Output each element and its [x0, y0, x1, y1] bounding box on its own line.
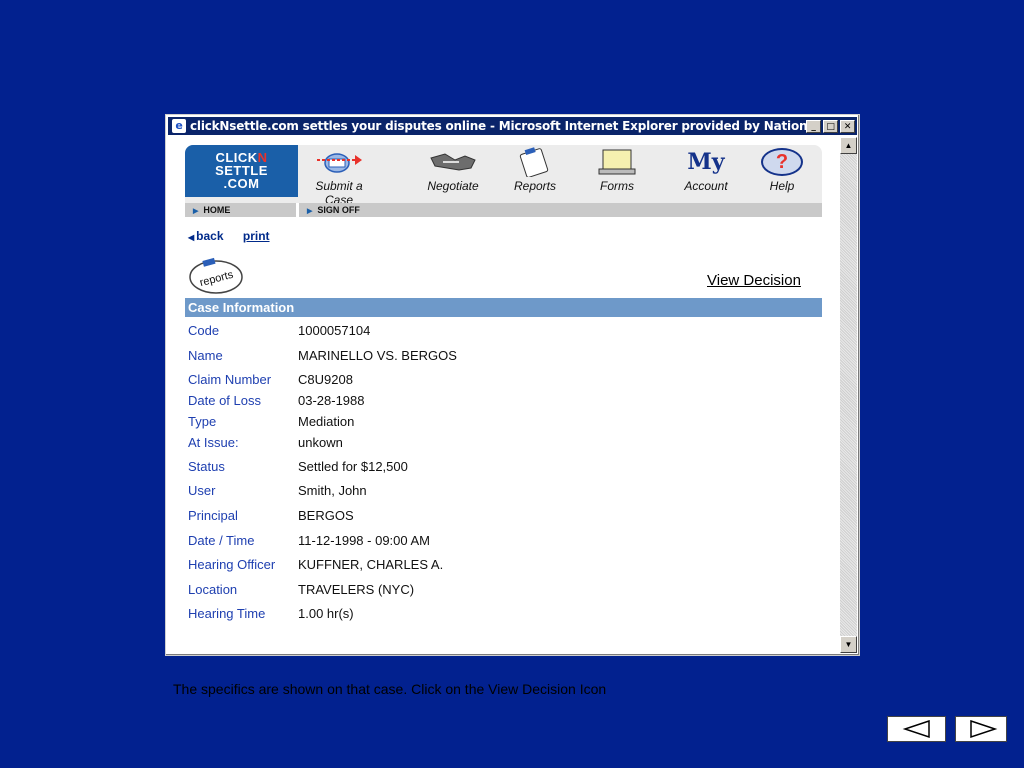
laptop-icon	[598, 149, 636, 175]
case-key: Hearing Officer	[188, 557, 276, 572]
right-arrow-icon	[970, 719, 998, 739]
handshake-icon	[430, 153, 476, 171]
clicknsettle-logo[interactable]: CLICKN SETTLE .COM	[185, 145, 298, 197]
internet-explorer-icon: e	[172, 119, 186, 133]
nav-help[interactable]: ? Help	[747, 147, 817, 193]
case-key: User	[188, 483, 216, 498]
case-value: KUFFNER, CHARLES A.	[298, 557, 444, 572]
page-content: CLICKN SETTLE .COM Submit a Case Negotia…	[168, 137, 840, 653]
case-value: C8U9208	[298, 372, 353, 387]
nav-negotiate-label: Negotiate	[427, 179, 479, 193]
case-value: MARINELLO VS. BERGOS	[298, 348, 457, 363]
print-link[interactable]: print	[243, 229, 270, 243]
view-decision-link[interactable]: View Decision	[707, 272, 801, 289]
top-links: back print	[188, 229, 270, 243]
scroll-up-icon[interactable]: ▲	[840, 137, 857, 154]
clipboard-icon	[519, 147, 549, 177]
case-value: BERGOS	[298, 508, 354, 523]
next-slide-button[interactable]	[955, 716, 1007, 742]
nav-negotiate[interactable]: Negotiate	[418, 147, 488, 193]
window-title: clickNsettle.com settles your disputes o…	[190, 119, 806, 133]
case-key: Code	[188, 323, 220, 338]
case-value: 11-12-1998 - 09:00 AM	[298, 533, 431, 548]
maximize-button[interactable]: □	[823, 119, 838, 133]
logo-com: .COM	[223, 176, 260, 191]
case-key: Hearing Time	[188, 606, 266, 621]
nav-reports[interactable]: Reports	[500, 147, 570, 193]
nav-forms[interactable]: Forms	[582, 147, 652, 193]
browser-window: e clickNsettle.com settles your disputes…	[165, 114, 860, 656]
nav-forms-label: Forms	[600, 179, 634, 193]
case-key: Type	[188, 414, 217, 429]
home-link[interactable]: HOME	[185, 203, 296, 217]
case-value: unkown	[298, 435, 343, 450]
nav-account-label: Account	[684, 179, 728, 193]
case-key: At Issue:	[188, 435, 239, 450]
nav-submit-case[interactable]: Submit a Case	[304, 147, 374, 207]
case-key: Date of Loss	[188, 393, 261, 408]
scroll-down-icon[interactable]: ▼	[840, 636, 857, 653]
case-information-header: Case Information	[185, 298, 822, 317]
left-arrow-icon	[902, 719, 930, 739]
close-button[interactable]: ✕	[840, 119, 855, 133]
case-value: Mediation	[298, 414, 355, 429]
minimize-button[interactable]: _	[806, 119, 821, 133]
title-bar: e clickNsettle.com settles your disputes…	[168, 117, 857, 135]
case-value: Smith, John	[298, 483, 367, 498]
sign-off-link[interactable]: SIGN OFF	[299, 203, 822, 217]
nav-account[interactable]: My Account	[671, 147, 741, 193]
case-key: Date / Time	[188, 533, 255, 548]
case-key: Name	[188, 348, 223, 363]
nav-help-label: Help	[769, 179, 795, 193]
slide-caption: The specifics are shown on that case. Cl…	[173, 681, 607, 697]
previous-slide-button[interactable]	[887, 716, 946, 742]
case-key: Location	[188, 582, 238, 597]
case-value: 1.00 hr(s)	[298, 606, 354, 621]
help-icon: ?	[761, 148, 803, 176]
case-key: Principal	[188, 508, 238, 523]
case-value: 03-28-1988	[298, 393, 365, 408]
submit-case-icon	[317, 153, 362, 173]
case-value: TRAVELERS (NYC)	[298, 582, 415, 597]
back-link[interactable]: back	[188, 229, 224, 243]
reports-clipboard-icon[interactable]: reports	[188, 257, 244, 295]
case-key: Status	[188, 459, 225, 474]
case-value: Settled for $12,500	[298, 459, 408, 474]
my-account-icon: My	[687, 149, 725, 175]
case-value: 1000057104	[298, 323, 371, 338]
nav-reports-label: Reports	[513, 179, 557, 193]
vertical-scrollbar[interactable]: ▲ ▼	[840, 137, 857, 653]
case-key: Claim Number	[188, 372, 272, 387]
